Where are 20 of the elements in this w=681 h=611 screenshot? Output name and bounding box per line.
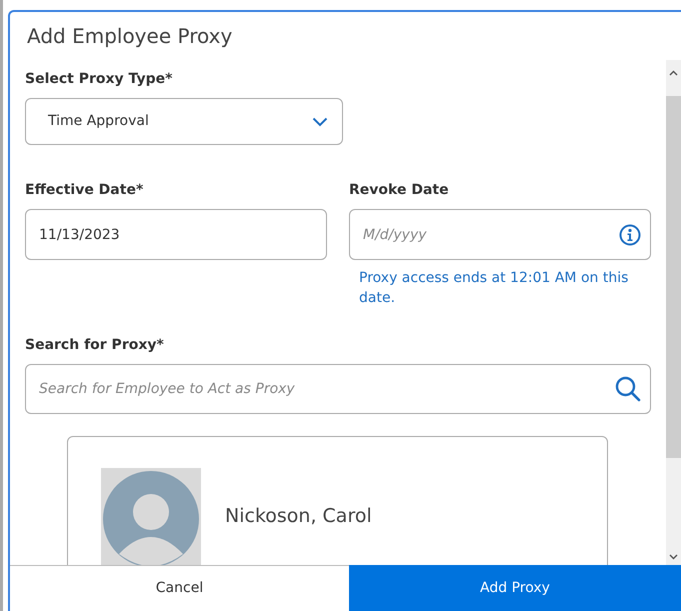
info-icon[interactable] bbox=[619, 224, 641, 246]
scrollbar[interactable] bbox=[666, 60, 681, 565]
helper-text: Proxy access ends at 12:01 AM on this date. bbox=[358, 269, 630, 308]
scroll-up-icon[interactable] bbox=[669, 70, 678, 76]
dialog-title: Add Employee Proxy bbox=[26, 23, 234, 50]
search-field[interactable]: Search for Employee to Act as Proxy bbox=[25, 364, 651, 414]
avatar-icon bbox=[101, 468, 201, 565]
field-label: Search for Proxy* bbox=[25, 336, 164, 355]
employee-name: Nickoson, Carol bbox=[225, 504, 372, 529]
date-field[interactable]: M/d/yyyy bbox=[349, 209, 651, 260]
chevron-down-icon bbox=[312, 116, 328, 126]
field-label: Effective Date* bbox=[25, 181, 144, 200]
field-label: Revoke Date bbox=[349, 181, 449, 200]
field-label: Select Proxy Type* bbox=[25, 70, 172, 89]
search-icon[interactable] bbox=[615, 376, 641, 402]
date-field[interactable]: 11/13/2023 bbox=[25, 209, 327, 260]
proxy-type-dropdown[interactable]: Time Approval bbox=[25, 98, 343, 145]
scrollbar-thumb[interactable] bbox=[666, 96, 681, 458]
scroll-down-icon[interactable] bbox=[669, 554, 678, 560]
add-proxy-button[interactable]: Add Proxy bbox=[349, 565, 681, 611]
